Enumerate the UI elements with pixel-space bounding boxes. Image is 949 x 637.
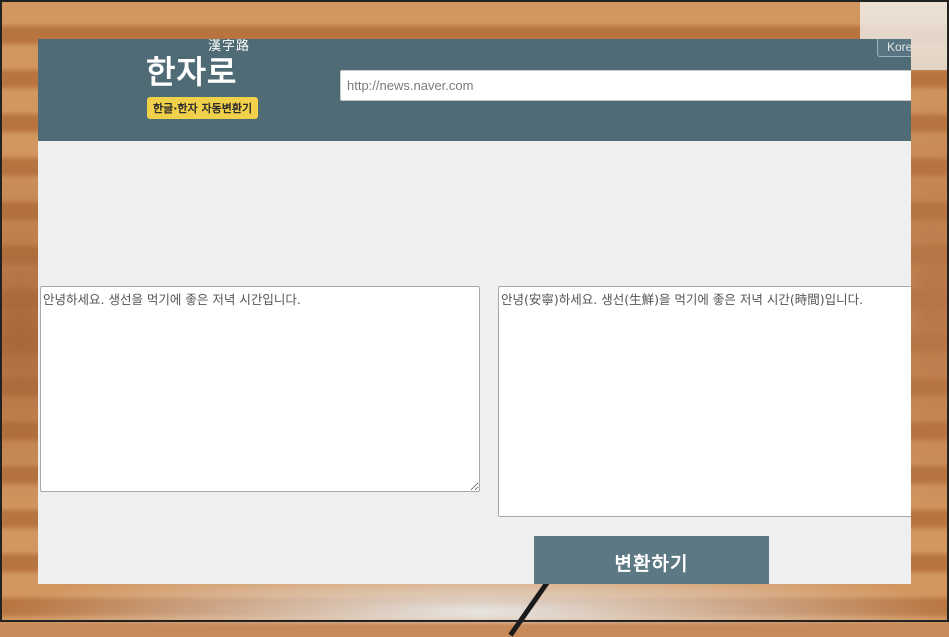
logo-title[interactable]: 한자로 bbox=[146, 47, 237, 93]
logo-badge: 한글·한자 자동변환기 bbox=[147, 97, 259, 119]
hanjaro-app: 漢字路 한자로 한글·한자 자동변환기 Kore 안녕하세요. 생선을 먹기에 … bbox=[38, 39, 911, 584]
source-text-area[interactable]: 안녕하세요. 생선을 먹기에 좋은 저녁 시간입니다. bbox=[40, 286, 480, 492]
convert-button[interactable]: 변환하기 bbox=[534, 536, 769, 584]
result-text-area[interactable]: 안녕(安寧)하세요. 생선(生鮮)을 먹기에 좋은 저녁 시간(時間)입니다. bbox=[498, 286, 911, 517]
language-button[interactable]: Kore bbox=[877, 39, 911, 57]
url-input[interactable] bbox=[340, 70, 911, 101]
header-bar: 漢字路 한자로 한글·한자 자동변환기 Kore bbox=[38, 39, 911, 141]
